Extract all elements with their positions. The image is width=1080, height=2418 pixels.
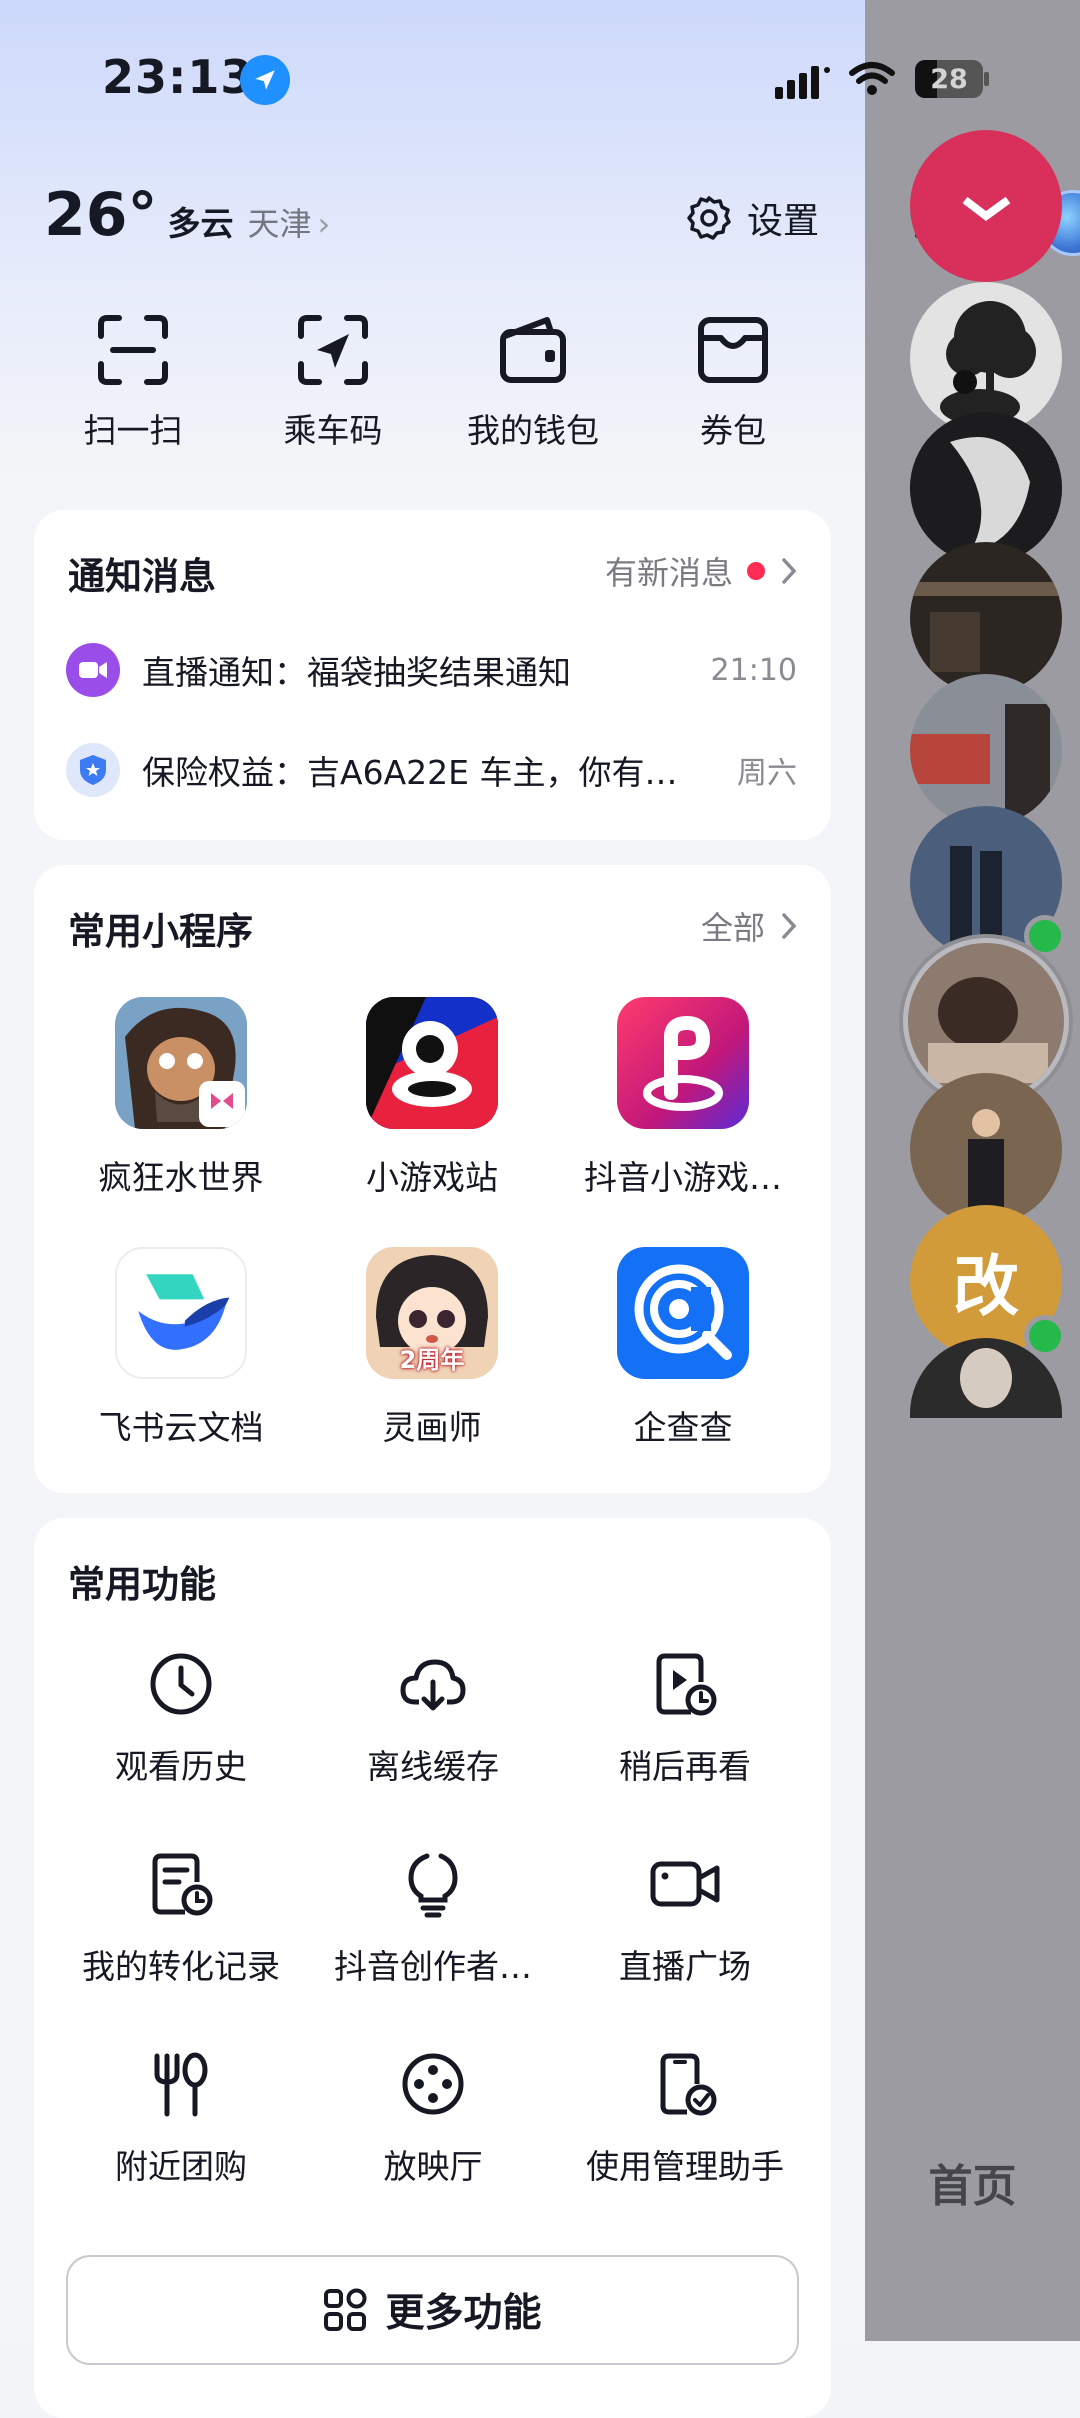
function-item[interactable]: 稍后再看 [550,1650,820,1788]
chevron-right-icon [782,913,797,939]
weather-condition: 多云 [167,204,234,243]
avatar[interactable] [910,674,1062,826]
notifications-more[interactable]: 有新消息 [605,548,797,594]
live-camera-icon [66,643,120,697]
location-arrow-icon [240,55,290,105]
wallet-button[interactable]: 我的钱包 [433,312,633,452]
film-reel-icon [402,2053,464,2115]
fork-spoon-icon [154,2052,208,2117]
ride-code-icon [298,315,368,385]
notification-item[interactable]: 直播通知：福袋抽奖结果通知 21:10 [66,640,797,700]
clock-icon [150,1653,212,1715]
tab-home[interactable]: 首页 [865,2150,1080,2214]
function-item[interactable]: 直播广场 [550,1850,820,1988]
function-item[interactable]: 我的转化记录 [46,1850,316,1988]
shield-star-icon [66,743,120,797]
phone-check-icon [660,2053,717,2116]
notifications-card[interactable]: 通知消息 有新消息 直播通知：福袋抽奖结果通知 21:10 保险权益：吉A6A2… [34,510,831,840]
battery-tip [984,72,989,86]
status-time: 23:13 [102,50,254,104]
settings-label: 设置 [747,201,820,242]
function-item[interactable]: 观看历史 [46,1650,316,1788]
function-item[interactable]: 抖音创作者… [298,1850,568,1988]
anniversary-badge: 2周年 [399,1346,465,1374]
video-camera-icon [650,1861,720,1907]
record-icon [152,1853,213,1916]
online-status-dot [1024,1315,1066,1357]
coupon-button[interactable]: 券包 [633,312,833,452]
avatar[interactable] [910,1073,1062,1225]
douyin-mini-game-icon [617,997,749,1129]
linghuashi-icon: 2周年 [366,1247,498,1379]
mini-programs-card: 常用小程序 全部 疯狂水世界 小游戏站 抖音小游戏… 飞书云文档 2周年 灵画师… [34,865,831,1493]
avatar[interactable] [910,130,1062,282]
cloud-download-icon [400,1659,466,1711]
mini-game-station-icon [366,997,498,1129]
qichacha-icon [617,1247,749,1379]
mini-program-item[interactable]: 2周年 灵画师 [302,1247,562,1449]
crazy-water-world-icon [115,997,247,1129]
mini-programs-all[interactable]: 全部 [701,903,797,949]
temperature: 26° [44,180,158,250]
function-item[interactable]: 离线缓存 [298,1650,568,1788]
weather-info[interactable]: 26° 多云 天津 › [44,180,330,250]
gear-icon [687,196,731,240]
avatar[interactable] [910,542,1062,694]
background-feed-panel: 改 首页 [865,0,1080,2341]
scan-icon [98,315,168,385]
scan-button[interactable]: 扫一扫 [33,312,233,452]
mini-program-item[interactable]: 小游戏站 [302,997,562,1199]
watch-later-icon [656,1653,717,1716]
grid-icon [324,2288,367,2331]
chevron-right-icon [782,558,797,584]
coupon-icon [698,317,768,383]
mini-program-item[interactable]: 抖音小游戏… [553,997,813,1199]
chevron-right-icon: › [317,205,331,243]
city-name: 天津 [247,205,312,243]
section-title: 常用小程序 [68,910,253,953]
function-item[interactable]: 附近团购 [46,2050,316,2188]
section-title: 通知消息 [68,555,216,598]
section-title: 常用功能 [68,1563,216,1606]
function-item[interactable]: 使用管理助手 [550,2050,820,2188]
battery-level: 28 [930,63,968,95]
more-functions-button[interactable]: 更多功能 [66,2255,799,2365]
cellular-signal-icon [775,66,830,99]
mini-program-item[interactable]: 企查查 [553,1247,813,1449]
lightbulb-icon [408,1853,458,1918]
wallet-icon [500,317,566,383]
mini-program-item[interactable]: 疯狂水世界 [51,997,311,1199]
mini-program-item[interactable]: 飞书云文档 [51,1247,311,1449]
function-item[interactable]: 放映厅 [298,2050,568,2188]
battery-icon: 28 [915,60,983,98]
unread-dot [747,562,765,580]
quick-actions: 扫一扫 乘车码 我的钱包 券包 [0,312,865,462]
settings-button[interactable]: 设置 [685,192,819,244]
notification-item[interactable]: 保险权益：吉A6A22E 车主，你有… 周六 [66,740,797,800]
ride-code-button[interactable]: 乘车码 [233,312,433,452]
feishu-docs-icon [115,1247,247,1379]
wifi-icon [849,62,895,95]
